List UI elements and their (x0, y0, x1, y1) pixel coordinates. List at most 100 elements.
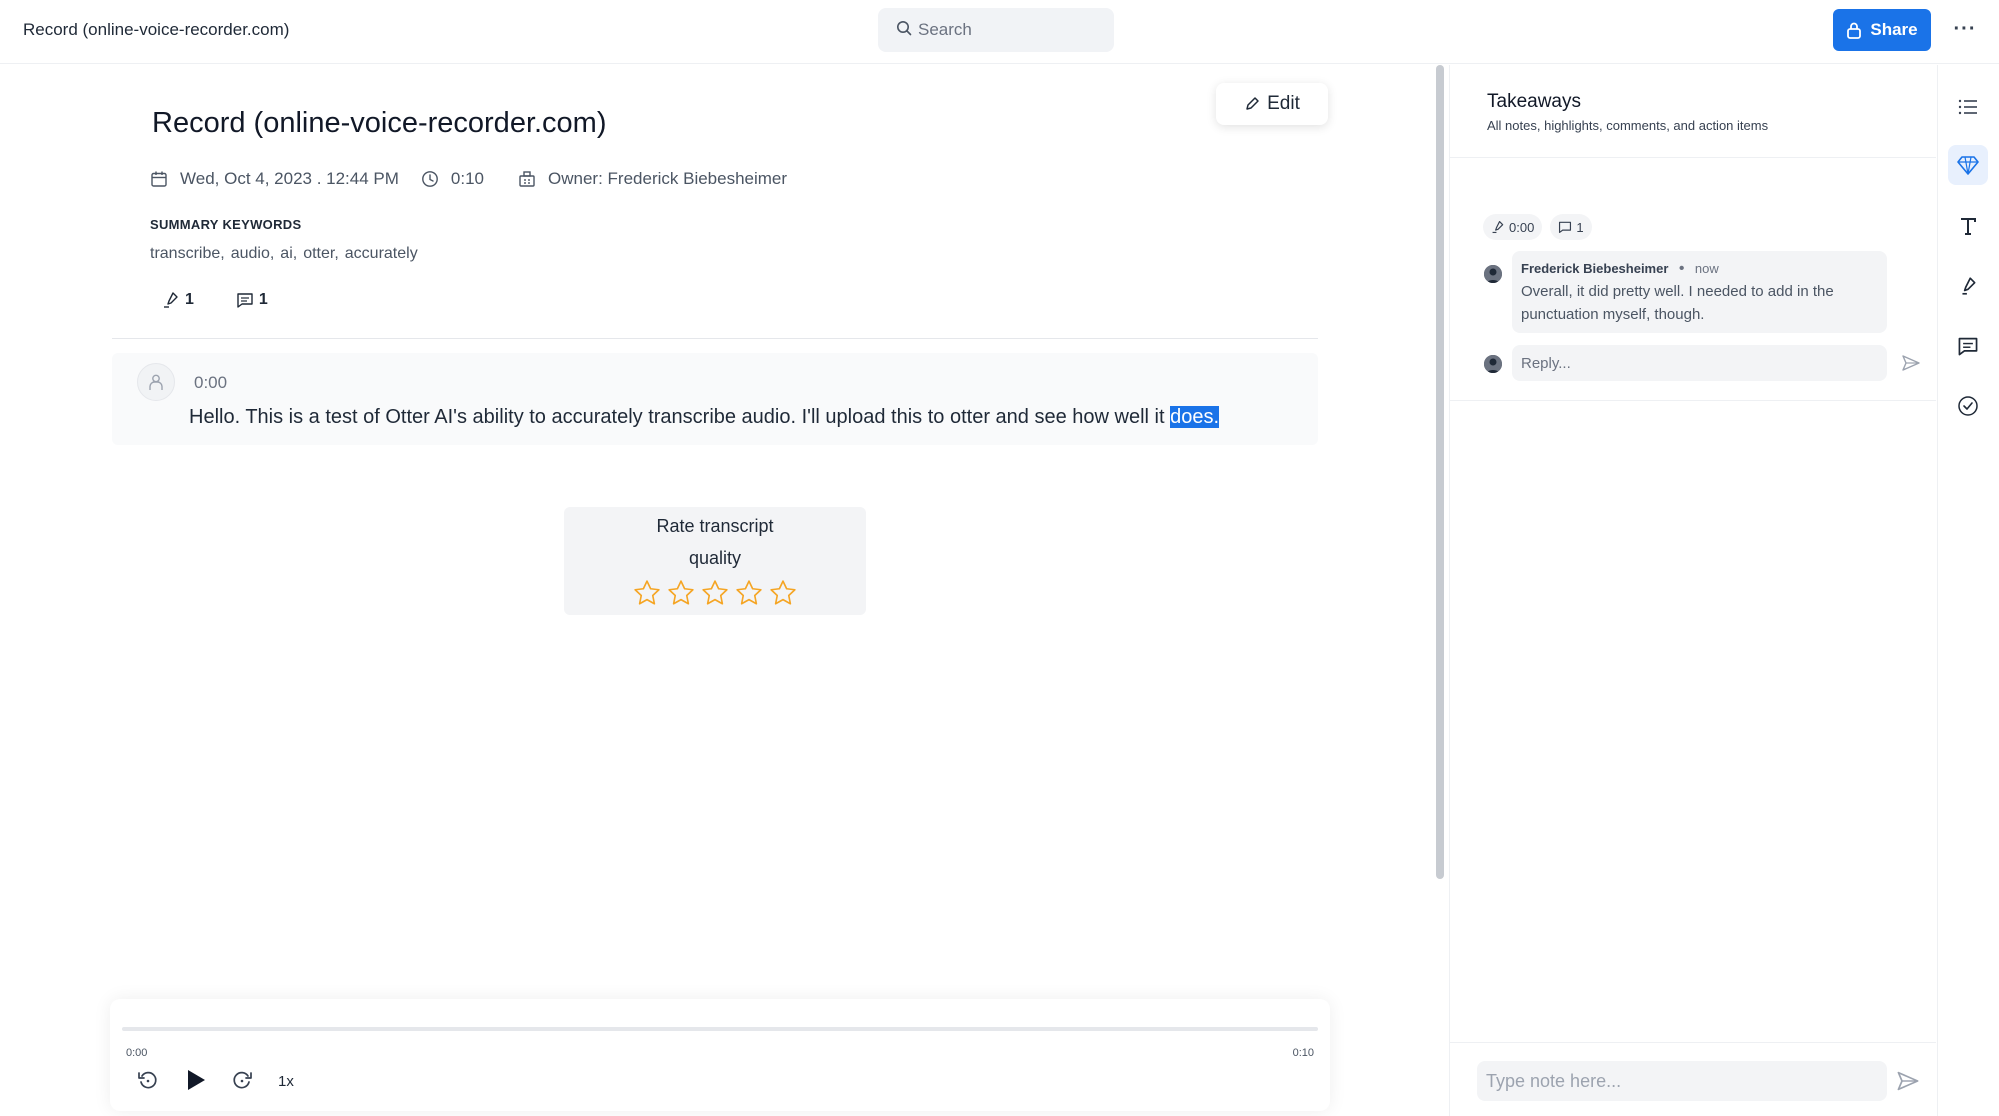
comment-count[interactable]: 1 (236, 291, 268, 309)
star-icon[interactable] (734, 578, 764, 608)
comment-icon (1559, 221, 1572, 234)
comment-text: Overall, it did pretty well. I needed to… (1521, 283, 1834, 323)
current-time: 0:00 (126, 1047, 148, 1059)
star-icon[interactable] (632, 578, 662, 608)
star-icon[interactable] (768, 578, 798, 608)
summary-keywords-list: transcribe, audio, ai, otter, accurately (150, 245, 424, 263)
comments-button[interactable] (1948, 326, 1988, 366)
page-title: Record (online-voice-recorder.com) (152, 107, 607, 139)
timestamp-chip-label: 0:00 (1509, 219, 1535, 235)
reply-send-button[interactable] (1901, 353, 1921, 378)
comment-count-value: 1 (258, 291, 268, 308)
comment-card[interactable]: Frederick Biebesheimer • now Overall, it… (1512, 251, 1887, 333)
reply-avatar (1484, 355, 1502, 373)
send-icon (1897, 1071, 1919, 1091)
playback-progress-bar[interactable] (122, 1027, 1318, 1031)
highlight-count-value: 1 (185, 291, 194, 308)
total-time: 0:10 (1292, 1047, 1314, 1059)
lock-icon (1847, 22, 1862, 39)
comment-icon (237, 293, 253, 308)
search-box[interactable]: Search (878, 8, 1114, 52)
star-icon[interactable] (666, 578, 696, 608)
comments-chip[interactable]: 1 (1550, 214, 1592, 240)
highlight-count[interactable]: 1 (162, 291, 194, 309)
outline-list-button[interactable] (1948, 87, 1988, 127)
outline-list-icon (1958, 99, 1977, 115)
edit-button[interactable]: Edit (1216, 83, 1328, 125)
rewind-button[interactable] (137, 1069, 159, 1091)
keyword[interactable]: ai, (280, 245, 297, 263)
play-button[interactable] (182, 1067, 208, 1093)
keyword[interactable]: accurately (345, 245, 418, 263)
person-icon (149, 374, 163, 390)
top-bar: Record (online-voice-recorder.com) Searc… (0, 0, 1999, 64)
note-input[interactable] (1477, 1061, 1887, 1101)
document-title: Record (online-voice-recorder.com) (23, 20, 290, 39)
action-items-check-icon (1958, 396, 1978, 416)
transcript-segment[interactable]: 0:00 Hello. This is a test of Otter AI's… (112, 353, 1318, 445)
commenter-avatar (1484, 265, 1502, 283)
right-rail (1937, 65, 1999, 1116)
highlighter-icon (1492, 220, 1504, 234)
takeaway-chips: 0:00 1 (1483, 214, 1600, 240)
takeaways-panel: Takeaways All notes, highlights, comment… (1449, 65, 1936, 1116)
share-label: Share (1870, 20, 1918, 39)
action-items-button[interactable] (1948, 386, 1988, 426)
takeaways-diamond-icon (1957, 156, 1979, 175)
forward-button[interactable] (231, 1069, 253, 1091)
speaker-avatar[interactable] (137, 363, 175, 401)
calendar-icon (151, 171, 167, 187)
audio-player: 0:00 0:10 1x (110, 999, 1330, 1111)
rate-title-line2: quality (688, 548, 742, 568)
panel-title: Takeaways (1487, 91, 1581, 112)
divider (1450, 1042, 1936, 1043)
comments-icon (1958, 337, 1978, 356)
edit-label: Edit (1267, 93, 1300, 114)
meta-owner: Owner: Frederick Biebesheimer (518, 169, 787, 189)
search-icon (896, 20, 912, 41)
transcript-scrollbar[interactable] (1436, 65, 1444, 879)
meta-row: Wed, Oct 4, 2023 . 12:44 PM 0:10 Owner: … (150, 169, 809, 189)
star-rating (564, 578, 866, 608)
share-button[interactable]: Share (1833, 9, 1931, 51)
clock-icon (422, 171, 438, 187)
meta-duration: 0:10 (421, 169, 484, 189)
takeaways-button[interactable] (1948, 145, 1988, 185)
divider (1450, 157, 1936, 158)
keyword[interactable]: audio, (231, 245, 275, 263)
summary-keywords-heading: SUMMARY KEYWORDS (150, 217, 302, 232)
keyword[interactable]: transcribe, (150, 245, 225, 263)
meta-duration-text: 0:10 (450, 169, 485, 188)
search-placeholder: Search (918, 20, 972, 39)
meta-date: Wed, Oct 4, 2023 . 12:44 PM (150, 169, 399, 189)
pencil-icon (1246, 97, 1259, 110)
note-send-button[interactable] (1896, 1069, 1920, 1098)
rate-transcript-card: Rate transcript quality (564, 507, 866, 615)
highlight-button[interactable] (1948, 266, 1988, 306)
more-options-button[interactable]: ··· (1950, 14, 1980, 44)
comment-author: Frederick Biebesheimer (1521, 261, 1669, 276)
send-icon (1902, 355, 1920, 371)
owner-building-icon (519, 171, 535, 187)
rate-title-line1: Rate transcript (656, 516, 774, 536)
takeaway-counts: 1 1 (162, 291, 310, 309)
divider (1450, 400, 1936, 401)
star-icon[interactable] (700, 578, 730, 608)
fast-forward-icon (233, 1071, 252, 1089)
highlighter-icon (164, 292, 178, 308)
transcript-text[interactable]: Hello. This is a test of Otter AI's abil… (189, 406, 1220, 429)
comment-time: now (1694, 261, 1719, 276)
transcript-body: Hello. This is a test of Otter AI's abil… (189, 406, 1171, 428)
highlighted-text[interactable]: does. (1170, 406, 1220, 428)
highlight-marker-icon (1962, 277, 1976, 295)
rewind-icon (138, 1071, 157, 1089)
meta-owner-text: Owner: Frederick Biebesheimer (548, 169, 788, 188)
segment-timestamp[interactable]: 0:00 (194, 373, 227, 393)
separator-dot: • (1678, 260, 1685, 277)
play-icon (188, 1070, 205, 1090)
keyword[interactable]: otter, (303, 245, 339, 263)
playback-speed-button[interactable]: 1x (278, 1073, 294, 1090)
text-format-button[interactable] (1948, 206, 1988, 246)
timestamp-chip[interactable]: 0:00 (1483, 214, 1543, 240)
reply-input[interactable]: Reply... (1512, 345, 1887, 381)
